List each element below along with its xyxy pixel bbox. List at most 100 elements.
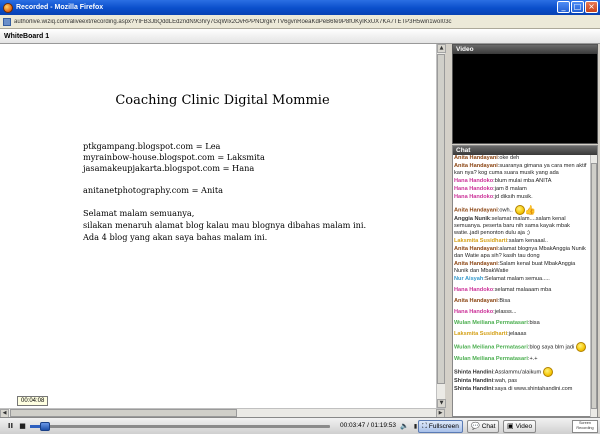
- whiteboard-vertical-scrollbar[interactable]: ▲ ▼: [436, 44, 446, 408]
- chat-sender: Anita Handayani: [454, 155, 498, 161]
- chat-message: Anita Handayani:alamat blognya MbakAnggi…: [454, 246, 591, 260]
- chat-message: Laksmita Susidharti:jelaaas: [454, 331, 591, 338]
- chat-sender: Laksmita Susidharti: [454, 331, 508, 337]
- chat-message: Laksmita Susidharti:salam kenaaal..: [454, 238, 591, 245]
- whiteboard-horizontal-scrollbar[interactable]: ◀ ▶: [0, 408, 445, 418]
- chat-message: Anita Handayani:owh.. 👍: [454, 205, 591, 215]
- seek-bar[interactable]: [30, 425, 330, 428]
- chat-message: Hana Handoko:blum mulai mba ANITA: [454, 178, 591, 185]
- scroll-down-icon[interactable]: ▼: [437, 399, 446, 408]
- window-titlebar: Recorded - Mozilla Firefox _ □ ×: [0, 0, 600, 15]
- close-icon[interactable]: ×: [585, 1, 598, 13]
- chat-sender: Anita Handayani: [454, 246, 498, 252]
- url-text[interactable]: authorlive.wiziq.com/aliveext/recording.…: [14, 19, 452, 25]
- chat-icon: 💬: [471, 423, 480, 430]
- chat-text: :salam kenaaal..: [507, 238, 548, 244]
- chat-text: :bisa: [527, 320, 540, 326]
- chat-message: Hana Handoko:jelasss...: [454, 309, 591, 316]
- chat-sender: Wulan Meiliana Permatasari: [454, 344, 528, 351]
- chat-message: Anita Handayani:Salam kenal buat MbakAng…: [454, 261, 591, 275]
- chat-sender: Hana Handoko: [454, 309, 494, 315]
- chat-text: :+.+: [527, 356, 538, 362]
- site-icon: [3, 17, 11, 26]
- chat-sender: Shinta Handini: [454, 369, 494, 376]
- scroll-up-icon[interactable]: ▲: [437, 44, 446, 53]
- chat-panel: Chat Anita Handayani:oke deh Anita Handay…: [452, 145, 598, 417]
- whiteboard-line: ptkgampang.blogspot.com = Lea: [83, 141, 221, 151]
- video-toggle-button[interactable]: ▣ Video: [503, 420, 537, 433]
- chat-sender: Shinta Handini: [454, 378, 494, 384]
- chat-text: :jelasss...: [493, 309, 517, 315]
- fullscreen-icon: ⛶: [422, 423, 427, 430]
- firefox-icon: [3, 2, 13, 13]
- chat-sender: Wulan Meiliana Permatasari: [454, 356, 528, 362]
- chat-sender: Hana Handoko: [454, 178, 494, 184]
- whiteboard-header: WhiteBoard 1: [0, 29, 600, 44]
- chat-text: :oke deh: [497, 155, 520, 161]
- video-panel: Video: [452, 44, 598, 144]
- smiley-icon: [514, 205, 525, 215]
- stop-icon[interactable]: ■: [16, 420, 29, 433]
- chat-sender: Anita Handayani: [454, 163, 498, 169]
- whiteboard-title: WhiteBoard 1: [4, 32, 50, 40]
- chat-message: Hana Handoko:jam 8 malam: [454, 186, 591, 193]
- chat-text: :jelaaas: [507, 331, 527, 337]
- whiteboard-line: Ada 4 blog yang akan saya bahas malam in…: [83, 232, 268, 242]
- playback-controls: II ■ 00:03:47 / 01:19:53 🔈 ▮ ⛶ Fullscree…: [0, 417, 600, 434]
- brand-logo: Screen Recording: [572, 420, 598, 433]
- chat-message: Wulan Meiliana Permatasari:+.+: [454, 356, 591, 363]
- whiteboard-line: anitanetphotography.com = Anita: [83, 185, 224, 195]
- whiteboard-line: silakan menaruh alamat blog kalau mau bl…: [83, 220, 367, 230]
- chat-message-list[interactable]: Anita Handayani:oke deh Anita Handayani:s…: [453, 155, 591, 417]
- scrollbar-thumb[interactable]: [437, 54, 445, 384]
- chat-sender: Anita Handayani: [454, 261, 498, 267]
- window-controls: _ □ ×: [557, 1, 598, 13]
- chat-text: :selamat malaaam mba: [493, 287, 552, 293]
- chat-sender: Wulan Meiliana Permatasari: [454, 320, 528, 326]
- chat-text: :blum mulai mba ANITA: [493, 178, 552, 184]
- chat-message: Hana Handoko:jd diksih musik.: [454, 194, 591, 201]
- seek-handle[interactable]: [40, 422, 50, 431]
- chat-sender: Anita Handayani: [454, 207, 498, 214]
- window-title: Recorded - Mozilla Firefox: [16, 4, 104, 11]
- minimize-icon[interactable]: _: [557, 1, 570, 13]
- chat-panel-header: Chat: [453, 146, 597, 155]
- chat-sender: Laksmita Susidharti: [454, 238, 508, 244]
- scrollbar-thumb[interactable]: [591, 163, 597, 409]
- chat-toggle-label: Chat: [481, 423, 496, 430]
- chat-text: :Bisa: [497, 298, 511, 304]
- chat-text: :jd diksih musik.: [493, 194, 533, 200]
- scrollbar-thumb[interactable]: [10, 409, 237, 417]
- chat-message: Anita Handayani:Bisa: [454, 298, 591, 305]
- time-display: 00:03:47 / 01:19:53: [340, 422, 397, 429]
- address-bar[interactable]: authorlive.wiziq.com/aliveext/recording.…: [0, 15, 600, 29]
- chat-message: Anita Handayani:oke deh: [454, 155, 591, 162]
- fullscreen-label: Fullscreen: [428, 423, 459, 430]
- chat-message: Shinta Handini:saya di www.shintahandini…: [454, 386, 591, 393]
- chat-text: :saya di www.shintahandini.com: [493, 386, 573, 392]
- chat-text: :wah, pas: [493, 378, 518, 384]
- timestamp-tooltip: 00:04:08: [17, 396, 49, 406]
- chat-scrollbar[interactable]: [590, 155, 597, 417]
- chat-sender: Nur Aisyah: [454, 276, 484, 282]
- chat-text: :owh..: [497, 207, 513, 214]
- chat-sender: Anggia Nunik: [454, 216, 491, 222]
- thumbs-up-icon: 👍: [524, 204, 536, 215]
- whiteboard-canvas[interactable]: Coaching Clinic Digital Mommie ptkgampan…: [0, 44, 445, 408]
- fullscreen-button[interactable]: ⛶ Fullscreen: [418, 420, 463, 433]
- smiley-icon: [576, 342, 587, 352]
- maximize-icon[interactable]: □: [571, 1, 584, 13]
- chat-message: Wulan Meiliana Permatasari:bisa: [454, 320, 591, 327]
- whiteboard-line: jasamakeupjakarta.blogspot.com = Hana: [83, 163, 255, 173]
- whiteboard-line: Selamat malam semuanya,: [83, 208, 195, 218]
- chat-sender: Hana Handoko: [454, 194, 494, 200]
- whiteboard-heading: Coaching Clinic Digital Mommie: [115, 93, 330, 108]
- chat-text: :blog saya blm jadi: [527, 344, 575, 351]
- chat-toggle-button[interactable]: 💬 Chat: [467, 420, 500, 433]
- video-panel-header: Video: [453, 45, 597, 54]
- video-toggle-label: Video: [515, 423, 533, 430]
- chat-message: Wulan Meiliana Permatasari:blog saya blm…: [454, 342, 591, 352]
- video-icon: ▣: [507, 423, 514, 430]
- chat-sender: Anita Handayani: [454, 298, 498, 304]
- chat-message: Anggia Nunik:selamat malam....salam kena…: [454, 216, 591, 237]
